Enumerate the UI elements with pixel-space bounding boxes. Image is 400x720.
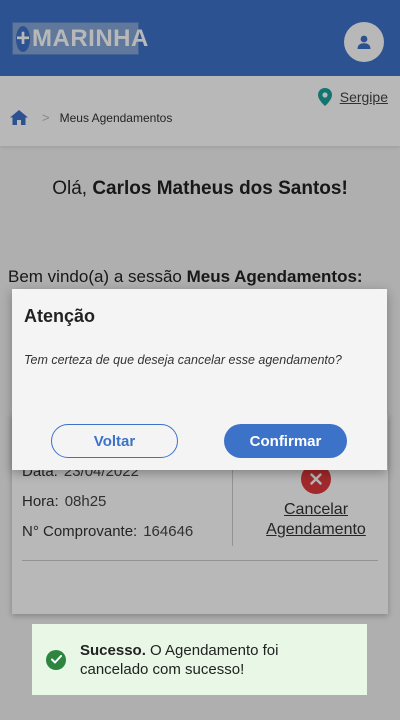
toast-line1: O Agendamento foi <box>145 641 279 659</box>
toast-title: Sucesso. <box>80 641 146 659</box>
toast-message: Sucesso. O Agendamento foi cancelado com… <box>80 641 278 679</box>
dialog-title: Atenção <box>24 306 96 326</box>
back-button[interactable]: Voltar <box>51 424 178 458</box>
confirm-button[interactable]: Confirmar <box>224 424 347 458</box>
dialog-message: Tem certeza de que deseja cancelar esse … <box>24 353 342 367</box>
check-circle-icon <box>46 649 66 670</box>
toast-line2: cancelado com sucesso! <box>80 660 245 678</box>
success-toast: Sucesso. O Agendamento foi cancelado com… <box>32 624 367 695</box>
confirm-dialog: Atenção Tem certeza de que deseja cancel… <box>12 289 387 470</box>
